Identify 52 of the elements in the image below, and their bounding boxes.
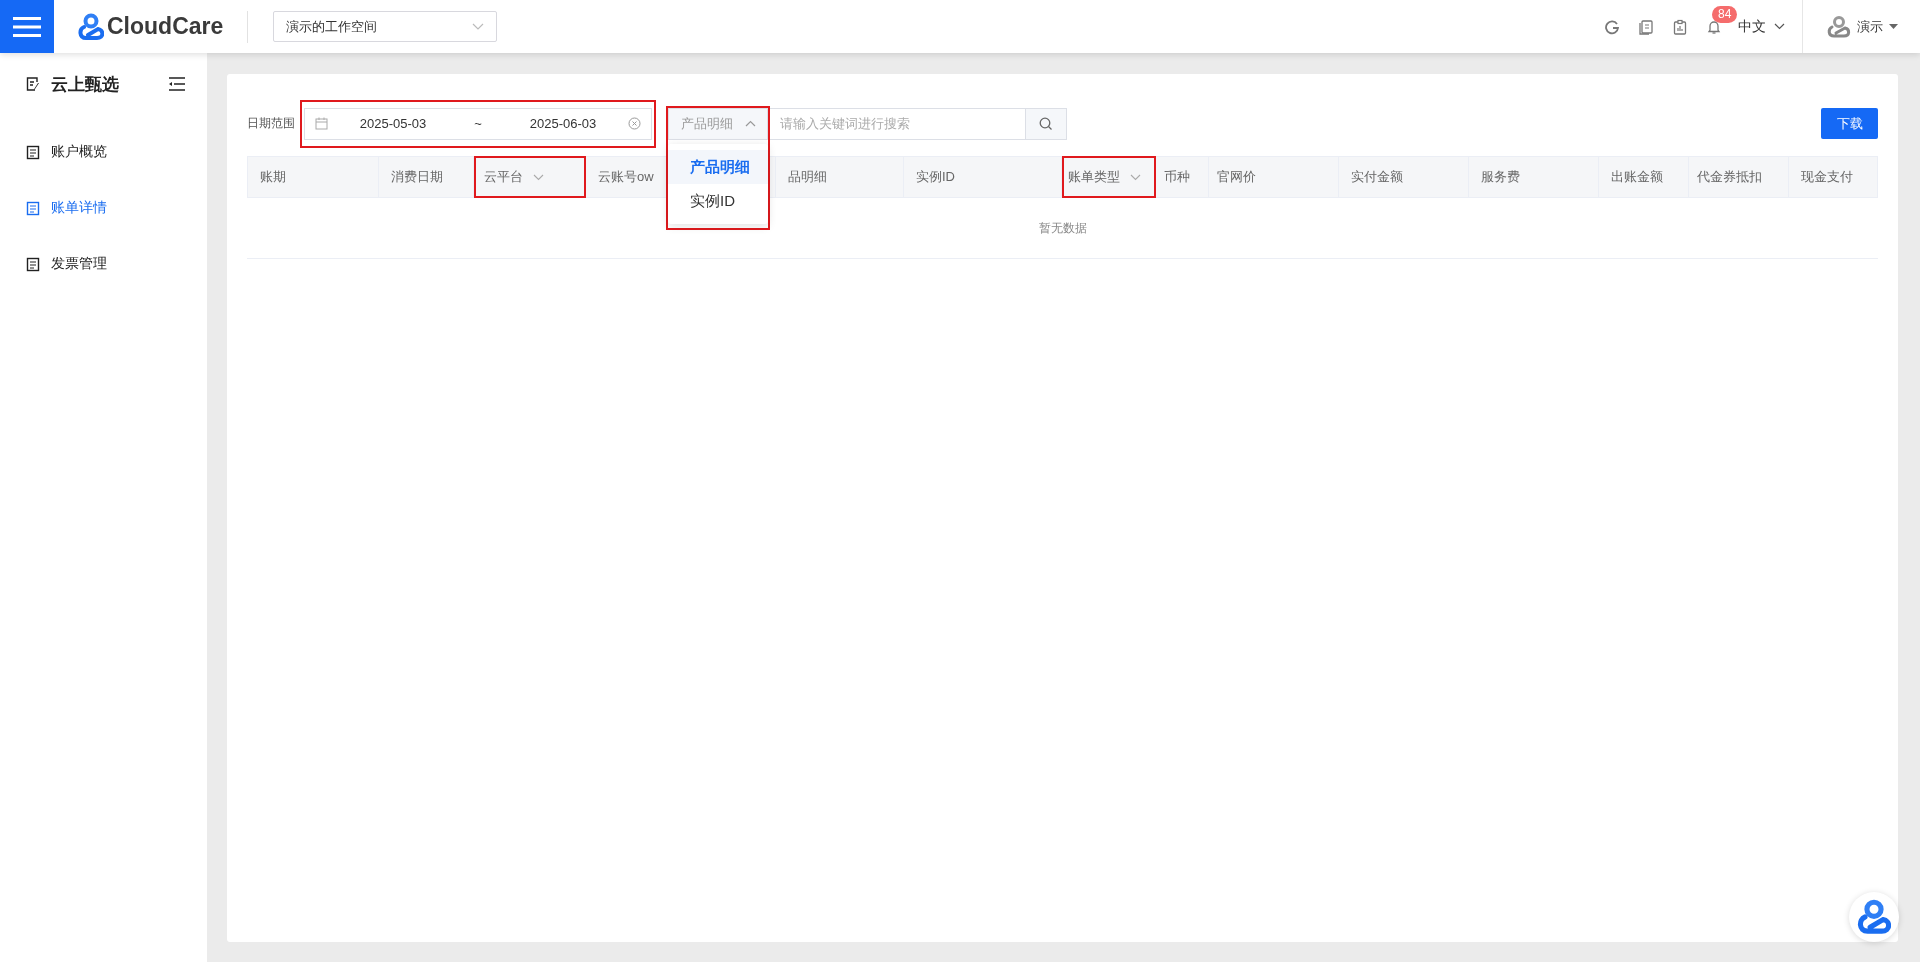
column-header: 实例ID bbox=[904, 157, 1062, 197]
column-header: 服务费 bbox=[1469, 157, 1599, 197]
edit-note-icon bbox=[25, 76, 41, 92]
language-select[interactable]: 中文 bbox=[1738, 17, 1785, 36]
sidebar-item[interactable]: 账单详情 bbox=[0, 180, 207, 236]
clear-icon[interactable] bbox=[628, 117, 641, 130]
user-menu[interactable]: 演示 bbox=[1827, 14, 1898, 39]
menu-button[interactable] bbox=[0, 0, 54, 53]
column-header: 现金支付 bbox=[1800, 168, 1854, 186]
empty-message: 暂无数据 bbox=[1038, 219, 1087, 237]
chevron-icon bbox=[744, 120, 756, 127]
sidebar-item[interactable]: 账户概览 bbox=[0, 124, 207, 180]
chevron-down-icon bbox=[1774, 23, 1785, 30]
calendar-icon bbox=[315, 117, 328, 130]
column-header: 品明细 bbox=[776, 157, 904, 197]
dropdown-option[interactable]: 实例ID bbox=[668, 183, 768, 218]
column-header[interactable]: 账单类型 bbox=[1062, 156, 1156, 198]
documents-icon[interactable] bbox=[1638, 18, 1654, 35]
chevron-down-icon bbox=[1130, 173, 1141, 181]
column-header: 币种 bbox=[1156, 157, 1209, 197]
workspace-select[interactable]: 演示的工作空间 bbox=[273, 11, 498, 42]
caret-down-icon bbox=[1889, 23, 1898, 30]
column-header: 代金券抵扣 bbox=[1689, 157, 1789, 197]
avatar-icon bbox=[1827, 14, 1851, 39]
column-header: 消费日期 bbox=[379, 157, 474, 197]
column-header: 出账金额 bbox=[1599, 157, 1689, 197]
date-range-label: 日期范围 bbox=[247, 115, 295, 132]
column-header[interactable]: 云平台 bbox=[474, 156, 586, 198]
column-header: 官网价 bbox=[1209, 157, 1339, 197]
column-header: 实付金额 bbox=[1339, 157, 1469, 197]
chevron-down-icon bbox=[472, 22, 485, 31]
logo-text: CloudCare bbox=[107, 13, 224, 40]
chevron-down-icon bbox=[533, 173, 544, 181]
bell-icon[interactable] bbox=[1706, 18, 1722, 35]
clipboard-chart-icon[interactable] bbox=[1672, 18, 1688, 35]
search-button[interactable] bbox=[1026, 107, 1067, 140]
sidebar-item[interactable]: 发票管理 bbox=[0, 236, 207, 292]
document-icon bbox=[26, 144, 40, 160]
date-range-picker[interactable]: 2025-05-03 ~ 2025-06-03 bbox=[304, 107, 652, 140]
menu-icon bbox=[13, 15, 41, 38]
dropdown-option[interactable]: 产品明细 bbox=[668, 149, 768, 184]
collapse-menu-icon[interactable] bbox=[169, 77, 185, 91]
column-header: 账期 bbox=[248, 157, 379, 197]
notification-badge: 84 bbox=[1712, 5, 1738, 23]
document-icon bbox=[26, 256, 40, 272]
download-button[interactable]: 下载 bbox=[1821, 108, 1878, 139]
logo-icon bbox=[78, 12, 104, 41]
refresh-icon[interactable] bbox=[1604, 18, 1620, 35]
document-icon bbox=[26, 200, 40, 216]
search-field[interactable]: 请输入关键词进行搜索 bbox=[770, 107, 1026, 140]
search-icon bbox=[1039, 116, 1053, 131]
sidebar-title: 云上甄选 bbox=[51, 73, 120, 96]
